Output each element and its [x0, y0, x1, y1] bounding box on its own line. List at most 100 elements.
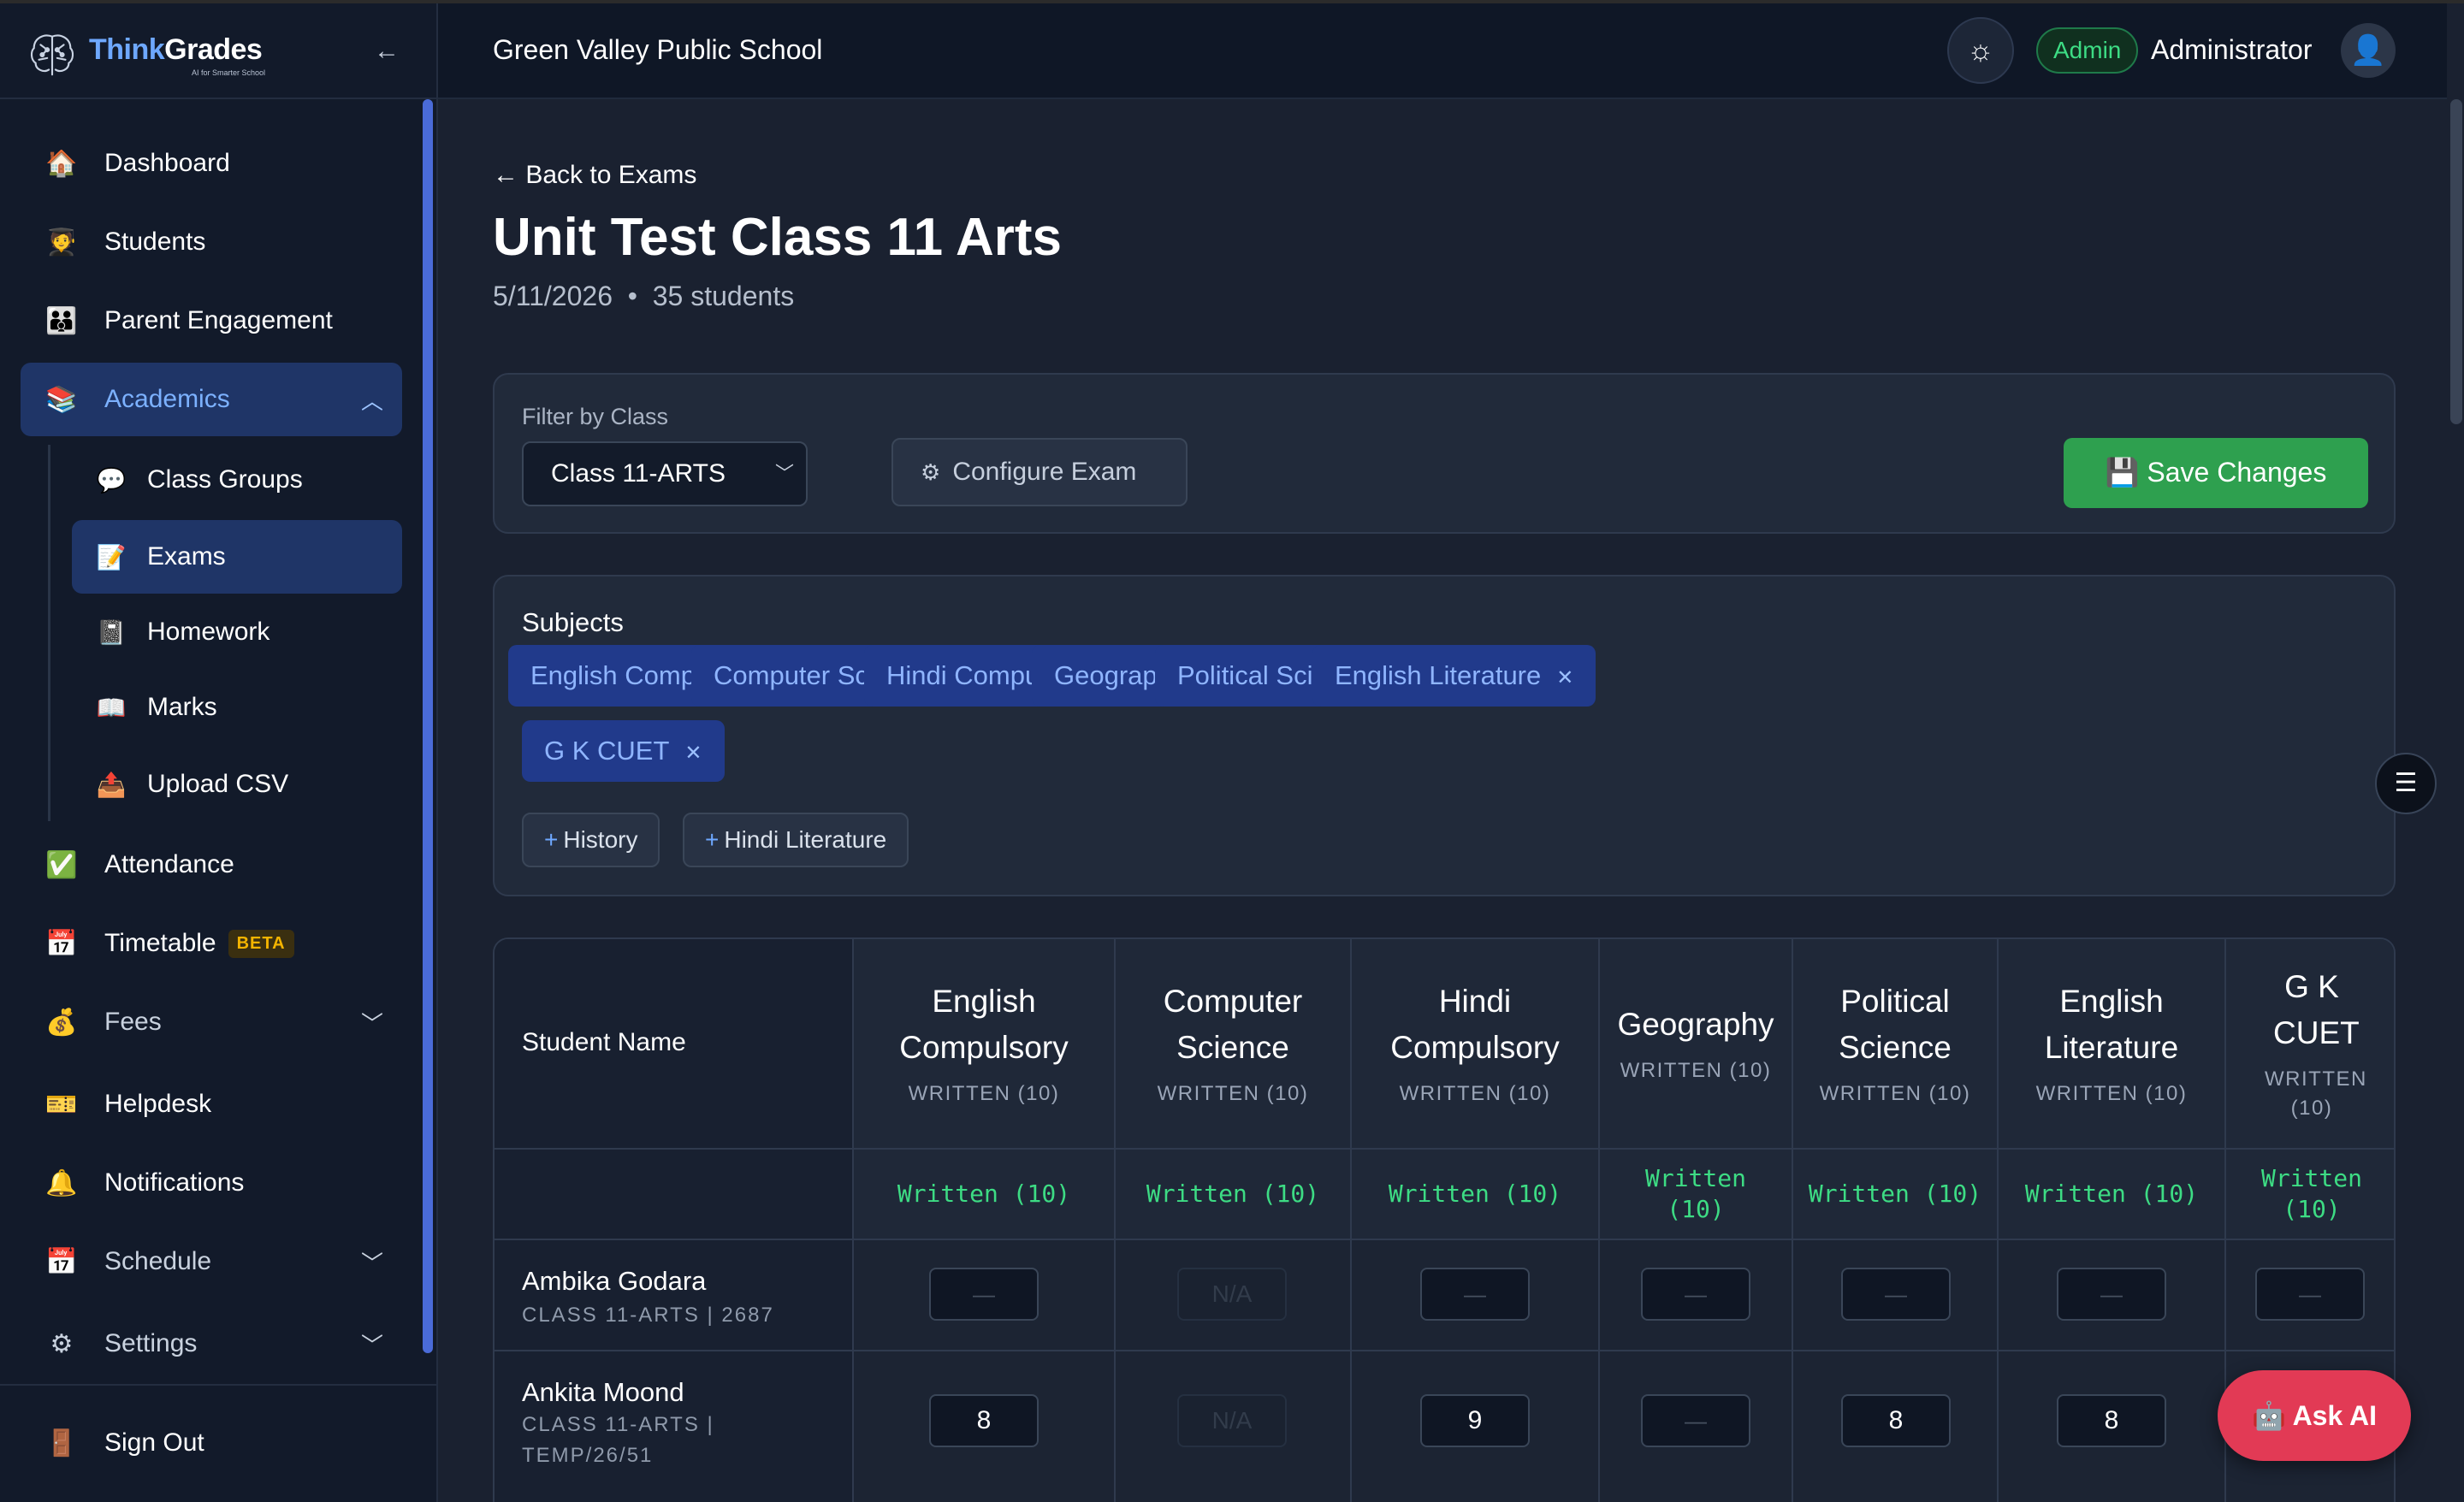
add-subject-button[interactable]: + Hindi Literature [683, 813, 909, 867]
column-header: Hindi Compulsory WRITTEN (10) [1352, 939, 1598, 1148]
robot-icon: 🤖 [2252, 1400, 2286, 1431]
column-header: Computer Science WRITTEN (10) [1116, 939, 1350, 1148]
sun-icon[interactable]: ☼ [1947, 17, 2014, 84]
divider [0, 1384, 438, 1386]
sidebar-item-students[interactable]: 🧑‍🎓 Students [21, 205, 402, 279]
marks-table: Student Name English Compulsory WRITTEN … [493, 937, 2396, 1502]
column-title: English Literature [2044, 984, 2179, 1065]
mark-input[interactable]: — [2255, 1268, 2365, 1321]
main-scrollbar[interactable] [2450, 99, 2462, 424]
sidebar-item-marks[interactable]: 📖 Marks [72, 671, 402, 744]
column-header: Political Science WRITTEN (10) [1793, 939, 1997, 1148]
chevron-down-icon: ﹀ [774, 463, 794, 484]
add-subject-button[interactable]: + History [522, 813, 660, 867]
column-subtitle: WRITTEN (10) [2265, 1067, 2367, 1120]
column-header: English Compulsory WRITTEN (10) [854, 939, 1114, 1148]
brand-logo[interactable]: ThinkGrades AI for Smarter School [26, 21, 265, 89]
sidebar-item-label: Homework [147, 618, 270, 646]
sidebar-item-class-groups[interactable]: 💬 Class Groups [72, 443, 402, 517]
sidebar-item-label: Parent Engagement [104, 306, 333, 334]
save-changes-button[interactable]: 💾 Save Changes [2064, 438, 2368, 508]
subject-chip-label: G K CUET [544, 736, 670, 766]
class-select-value: Class 11-ARTS [551, 459, 726, 488]
configure-exam-button[interactable]: ⚙ Configure Exam [891, 438, 1188, 506]
divider [495, 1239, 2394, 1240]
sidebar-item-schedule[interactable]: 📅 Schedule ﹀ [21, 1225, 402, 1298]
bell-icon: 🔔 [45, 1168, 78, 1197]
mark-input[interactable]: — [1641, 1268, 1750, 1321]
class-select[interactable]: Class 11-ARTS ﹀ [522, 441, 808, 506]
sidebar-item-label: Students [104, 228, 206, 256]
brand-grades: Grades [164, 33, 263, 66]
collapse-sidebar-arrow-icon[interactable]: ← [370, 34, 404, 68]
bullet-separator: • [619, 281, 653, 311]
school-name: Green Valley Public School [493, 34, 823, 65]
sidebar-item-notifications[interactable]: 🔔 Notifications [21, 1146, 402, 1220]
mark-input[interactable]: 8 [2057, 1394, 2166, 1447]
sidebar-item-label: Exams [147, 542, 226, 571]
sidebar-item-label: Marks [147, 693, 217, 721]
column-header: English Literature WRITTEN (10) [1999, 939, 2224, 1148]
sidebar-item-helpdesk[interactable]: 🎫 Helpdesk [21, 1067, 402, 1141]
written-label: Written (10) [2260, 1164, 2362, 1223]
column-title: English Compulsory [899, 984, 1069, 1065]
sidebar-item-attendance[interactable]: ✅ Attendance [21, 828, 402, 902]
mark-input[interactable]: — [1420, 1268, 1530, 1321]
back-to-exams-link[interactable]: ← Back to Exams [493, 161, 696, 190]
column-subtitle: WRITTEN (10) [2035, 1082, 2188, 1105]
sidebar-item-settings[interactable]: ⚙ Settings ﹀ [21, 1307, 402, 1381]
books-icon: 📚 [45, 385, 78, 414]
speech-bubble-icon: 💬 [96, 466, 127, 494]
column-subtitle: WRITTEN (10) [1399, 1082, 1551, 1105]
gear-icon: ⚙ [50, 1329, 74, 1358]
column-title: Hindi Compulsory [1390, 984, 1560, 1065]
subject-chip[interactable]: G K CUET ✕ [522, 720, 725, 782]
student-class: CLASS 11-ARTS | TEMP/26/51 [522, 1413, 714, 1467]
ask-ai-label: Ask AI [2292, 1400, 2377, 1431]
sidebar-item-label: Notifications [104, 1168, 245, 1197]
ask-ai-button[interactable]: 🤖 Ask AI [2218, 1370, 2411, 1461]
mark-input[interactable]: — [1841, 1268, 1951, 1321]
calendar-icon: 📅 [45, 929, 78, 958]
sidebar-item-label: Settings [104, 1329, 198, 1357]
sidebar-item-academics[interactable]: 📚 Academics ︿ [21, 363, 402, 436]
close-icon[interactable]: ✕ [684, 742, 702, 765]
mark-input[interactable]: — [929, 1268, 1039, 1321]
subjects-title: Subjects [522, 607, 624, 637]
mark-input[interactable]: — [2057, 1268, 2166, 1321]
top-bar: Green Valley Public School ☼ Admin Admin… [438, 0, 2447, 99]
sidebar-item-homework[interactable]: 📓 Homework [72, 595, 402, 669]
mark-input[interactable]: — [1641, 1394, 1750, 1447]
sidebar-item-dashboard[interactable]: 🏠 Dashboard [21, 127, 402, 200]
close-icon[interactable]: ✕ [1556, 666, 1573, 689]
chevron-down-icon: ﹀ [360, 1332, 383, 1358]
brand-tagline: AI for Smarter School [192, 68, 266, 77]
open-book-icon: 📖 [96, 694, 127, 721]
family-icon: 👪 [45, 306, 78, 335]
list-settings-icon[interactable]: ☰ [2375, 753, 2437, 814]
sign-out-button[interactable]: 🚪 Sign Out [21, 1406, 402, 1480]
written-label: Written (10) [1808, 1180, 1982, 1208]
column-subtitle: WRITTEN (10) [1157, 1082, 1309, 1105]
avatar[interactable]: 👤 [2341, 23, 2396, 78]
door-icon: 🚪 [45, 1428, 78, 1458]
outbox-tray-icon: 📤 [96, 771, 127, 798]
sidebar-item-timetable[interactable]: 📅 Timetable BETA [21, 907, 402, 980]
sidebar-scrollbar[interactable] [423, 99, 433, 1353]
mark-input[interactable]: 8 [929, 1394, 1039, 1447]
sidebar-item-upload-csv[interactable]: 📤 Upload CSV [72, 748, 402, 821]
sidebar-item-parent-engagement[interactable]: 👪 Parent Engagement [21, 284, 402, 358]
sidebar-item-label: Timetable [104, 929, 216, 957]
subject-chip[interactable]: English Literature ✕ [1312, 645, 1596, 707]
column-title: Political Science [1839, 984, 1952, 1065]
add-subject-label: Hindi Literature [724, 826, 887, 853]
column-header: G K CUET WRITTEN (10) [2226, 939, 2394, 1148]
mark-input[interactable]: 8 [1841, 1394, 1951, 1447]
mark-input[interactable]: 9 [1420, 1394, 1530, 1447]
sidebar-item-fees[interactable]: 💰 Fees ﹀ [21, 985, 402, 1059]
student-name-header: Student Name [522, 1028, 686, 1056]
ticket-icon: 🎫 [45, 1090, 78, 1119]
student-name: Ambika Godara [522, 1266, 707, 1296]
written-label: Written (10) [1644, 1164, 1746, 1223]
sidebar-item-exams[interactable]: 📝 Exams [72, 520, 402, 594]
